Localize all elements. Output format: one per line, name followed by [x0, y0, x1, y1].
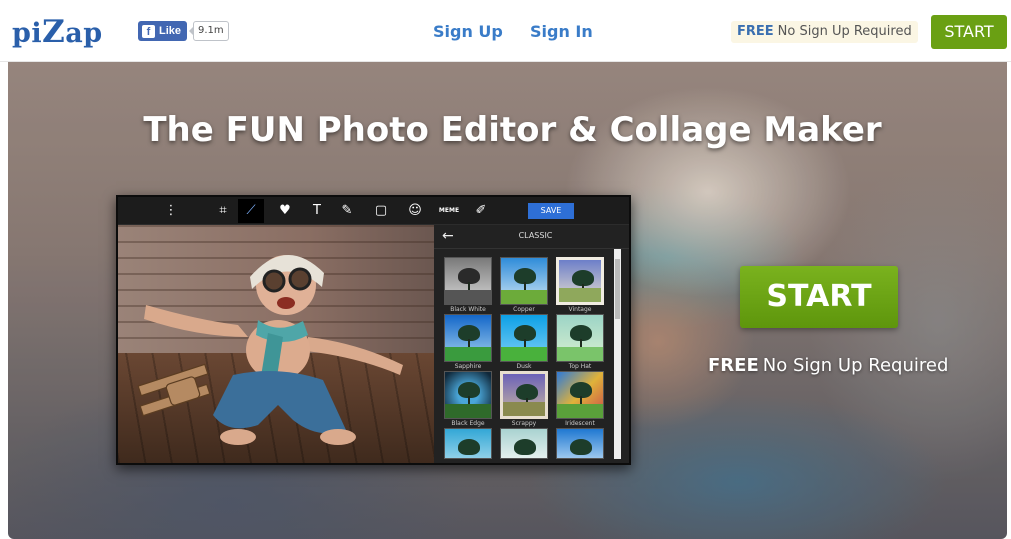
filter-label: Scrappy [511, 420, 537, 427]
filter-thumb-black-edge [444, 371, 492, 419]
filter-thumb-iridescent [556, 371, 604, 419]
filter-thumb-top-hat [556, 314, 604, 362]
site-header: piZap f Like 9.1m Sign Up Sign In FREE No… [0, 0, 1011, 62]
facebook-icon: f [142, 24, 155, 38]
editor-save-button: SAVE [528, 203, 574, 219]
hero-title: The FUN Photo Editor & Collage Maker [143, 110, 882, 150]
hero-banner: The FUN Photo Editor & Collage Maker ⋮ ⌗… [8, 62, 1007, 539]
filter-thumb-scrappy [500, 371, 548, 419]
editor-preview: ⋮ ⌗ ⟋ ♥ T ✎ ▢ ☺ MEME ✐ SAVE ← CLASSIC Bl… [116, 195, 631, 465]
frame-icon: ▢ [374, 203, 388, 218]
filter-scrollbar-thumb [615, 259, 620, 319]
sticker-icon: ☺ [408, 203, 422, 218]
editor-toolbar: ⋮ ⌗ ⟋ ♥ T ✎ ▢ ☺ MEME ✐ SAVE [118, 197, 629, 225]
filter-label: Black Edge [451, 420, 485, 427]
heart-icon: ♥ [279, 203, 291, 218]
filter-thumb-dusk [500, 314, 548, 362]
filter-label: Sapphire [454, 363, 482, 370]
filter-label: Dusk [516, 363, 532, 370]
filter-panel-title: CLASSIC [518, 231, 553, 240]
magic-wand-icon: ⟋ [238, 199, 264, 223]
more-icon: ⋮ [164, 203, 178, 218]
hero-free-text: FREE No Sign Up Required [708, 355, 948, 376]
filter-thumb-black-white [444, 257, 492, 305]
facebook-like-count: 9.1m [189, 21, 229, 41]
filter-thumb [444, 428, 492, 459]
filter-thumb-sapphire [444, 314, 492, 362]
hero-start-button[interactable]: START [740, 266, 898, 328]
brush-icon: ✐ [475, 203, 487, 218]
sign-in-link[interactable]: Sign In [530, 22, 593, 41]
filter-scrollbar [614, 249, 621, 459]
filter-thumb [500, 428, 548, 459]
facebook-like-widget: f Like 9.1m [138, 21, 229, 41]
meme-icon: MEME [438, 207, 460, 214]
filter-label: Vintage [568, 306, 592, 313]
pizap-logo[interactable]: piZap [12, 14, 103, 50]
filter-thumb-copper [500, 257, 548, 305]
sign-up-link[interactable]: Sign Up [433, 22, 503, 41]
hero-free-label: FREE [708, 355, 759, 376]
free-label: FREE [737, 24, 774, 39]
header-start-button[interactable]: START [931, 15, 1007, 49]
free-badge: FREE No Sign Up Required [731, 21, 918, 43]
filter-label: Copper [513, 306, 535, 313]
filter-label: Top Hat [568, 363, 592, 370]
paint-icon: ✎ [341, 203, 353, 218]
editor-photo [118, 225, 434, 463]
logo-z: Z [42, 14, 66, 50]
filter-label: Black White [450, 306, 486, 313]
facebook-like-label: Like [159, 25, 182, 37]
filter-thumb-vintage [556, 257, 604, 305]
filter-panel: ← CLASSIC Black White Copper Vintage Sap… [434, 225, 629, 463]
photo-subject [137, 254, 403, 445]
crop-icon: ⌗ [219, 203, 227, 218]
facebook-like-button[interactable]: f Like [138, 21, 188, 41]
logo-post: ap [65, 18, 103, 49]
logo-pre: pi [12, 18, 43, 49]
free-badge-text: No Sign Up Required [777, 24, 912, 39]
filter-label: Iridescent [565, 420, 595, 427]
hero-free-description: No Sign Up Required [762, 355, 949, 376]
filter-thumb [556, 428, 604, 459]
filter-panel-header: ← CLASSIC [434, 225, 629, 249]
text-icon: T [313, 203, 321, 218]
